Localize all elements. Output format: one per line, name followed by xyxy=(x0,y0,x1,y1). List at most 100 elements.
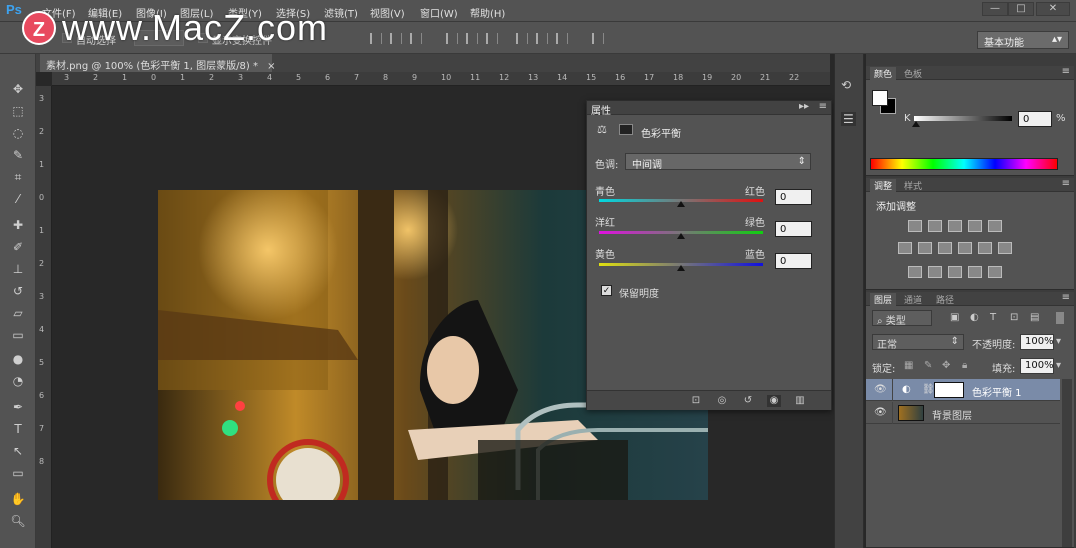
align-vcenter-icon[interactable] xyxy=(390,33,402,44)
pen-tool-icon[interactable]: ✒ xyxy=(8,398,28,416)
dodge-tool-icon[interactable]: ◔ xyxy=(8,372,28,390)
visibility-icon[interactable]: ◉ xyxy=(767,395,781,407)
layers-scrollbar[interactable] xyxy=(1062,379,1072,547)
filter-type-icon[interactable]: T xyxy=(990,312,996,323)
properties-tab[interactable]: 属性 xyxy=(591,102,611,117)
preserve-luminosity-checkbox[interactable]: ✓ xyxy=(601,285,612,296)
brush-tool-icon[interactable]: ✐ xyxy=(8,238,28,256)
link-icon[interactable]: ⛓ xyxy=(922,384,935,395)
cyan-red-slider-thumb[interactable] xyxy=(677,201,685,207)
fill-input[interactable]: 100% xyxy=(1020,358,1054,374)
align-hcenter-icon[interactable] xyxy=(536,33,548,44)
align-left-icon[interactable] xyxy=(516,33,528,44)
move-tool-icon[interactable]: ✥ xyxy=(8,80,28,98)
layer-filter-select[interactable]: ⌕ 类型 xyxy=(872,310,932,327)
distribute-vcenter-icon[interactable] xyxy=(466,33,478,44)
filter-smart-object-icon[interactable]: ▤ xyxy=(1030,312,1039,323)
k-value-input[interactable]: 0 xyxy=(1018,111,1052,127)
gradient-tool-icon[interactable]: ▭ xyxy=(8,326,28,344)
panel-menu-icon[interactable]: ≡ xyxy=(819,101,827,112)
vibrance-icon[interactable] xyxy=(988,220,1002,232)
chevron-down-icon[interactable]: ▾ xyxy=(1056,336,1061,347)
chevron-down-icon[interactable]: ▾ xyxy=(1056,360,1061,371)
quick-select-tool-icon[interactable]: ✎ xyxy=(8,146,28,164)
yellow-blue-slider-thumb[interactable] xyxy=(677,265,685,271)
layer-name[interactable]: 色彩平衡 1 xyxy=(972,384,1022,399)
close-button[interactable]: ✕ xyxy=(1036,2,1070,16)
blend-mode-select[interactable]: 正常 ⇕ xyxy=(872,334,964,351)
auto-align-icon[interactable] xyxy=(592,33,604,44)
menu-file[interactable]: 文件(F) xyxy=(42,5,76,20)
k-slider[interactable] xyxy=(914,116,1012,121)
collapse-icon[interactable]: ▸▸ xyxy=(799,101,809,112)
visibility-eye-icon[interactable]: 👁︎ xyxy=(874,384,887,395)
tab-paths[interactable]: 路径 xyxy=(932,293,958,306)
tab-styles[interactable]: 样式 xyxy=(900,179,926,192)
magenta-green-value[interactable]: 0 xyxy=(775,221,812,237)
menu-type[interactable]: 类型(Y) xyxy=(228,5,262,20)
workspace-select[interactable]: 基本功能 ▴▾ xyxy=(977,31,1069,49)
distribute-bottom-icon[interactable] xyxy=(486,33,498,44)
panel-menu-icon[interactable]: ≡ xyxy=(1062,178,1070,189)
curves-icon[interactable] xyxy=(948,220,962,232)
eraser-tool-icon[interactable]: ▱ xyxy=(8,304,28,322)
menu-edit[interactable]: 编辑(E) xyxy=(88,5,122,20)
tab-layers[interactable]: 图层 xyxy=(870,293,897,306)
history-icon[interactable]: ⟲ xyxy=(841,78,851,92)
align-right-icon[interactable] xyxy=(556,33,568,44)
healing-brush-icon[interactable]: ✚ xyxy=(8,216,28,234)
layer-mask-thumbnail[interactable] xyxy=(934,382,964,398)
distribute-top-icon[interactable] xyxy=(446,33,458,44)
posterize-icon[interactable] xyxy=(928,266,942,278)
clip-to-layer-icon[interactable]: ⊡ xyxy=(689,395,703,407)
marquee-tool-icon[interactable]: ⬚ xyxy=(8,102,28,120)
zoom-tool-icon[interactable]: 🔍︎ xyxy=(8,512,28,530)
tab-swatches[interactable]: 色板 xyxy=(900,67,926,80)
show-transform-checkbox[interactable] xyxy=(198,33,208,43)
cyan-red-value[interactable]: 0 xyxy=(775,189,812,205)
tab-color[interactable]: 颜色 xyxy=(870,67,897,80)
tone-select[interactable]: 中间调 ⇕ xyxy=(625,153,811,171)
filter-adjustment-icon[interactable]: ◐ xyxy=(970,312,979,323)
brightness-contrast-icon[interactable] xyxy=(908,220,922,232)
eyedropper-tool-icon[interactable]: ⁄ xyxy=(8,190,28,208)
layer-name[interactable]: 背景图层 xyxy=(932,407,972,422)
crop-tool-icon[interactable]: ⌗ xyxy=(8,168,28,186)
lock-transparent-icon[interactable]: ▦ xyxy=(904,360,913,371)
gradient-map-icon[interactable] xyxy=(988,266,1002,278)
k-slider-thumb[interactable] xyxy=(912,121,920,127)
blur-tool-icon[interactable]: ● xyxy=(8,350,28,368)
filter-shape-icon[interactable]: ⊡ xyxy=(1010,312,1018,323)
stamp-tool-icon[interactable]: ⊥ xyxy=(8,260,28,278)
levels-icon[interactable] xyxy=(928,220,942,232)
color-balance-adjust-icon[interactable] xyxy=(918,242,932,254)
menu-layer[interactable]: 图层(L) xyxy=(180,5,213,20)
threshold-icon[interactable] xyxy=(948,266,962,278)
document-tab[interactable]: 素材.png @ 100% (色彩平衡 1, 图层蒙版/8) * × xyxy=(40,54,276,72)
tab-adjustments[interactable]: 调整 xyxy=(870,179,897,192)
close-tab-icon[interactable]: × xyxy=(267,61,275,72)
maximize-button[interactable]: □ xyxy=(1008,2,1034,16)
layer-row-background[interactable]: 👁︎ 背景图层 xyxy=(866,402,1060,424)
menu-image[interactable]: 图像(I) xyxy=(136,5,167,20)
exposure-icon[interactable] xyxy=(968,220,982,232)
view-previous-icon[interactable]: ◎ xyxy=(715,395,729,407)
visibility-eye-icon[interactable]: 👁︎ xyxy=(874,407,887,418)
menu-select[interactable]: 选择(S) xyxy=(276,5,310,20)
layer-row-color-balance[interactable]: 👁︎ ◐ ⛓ 色彩平衡 1 xyxy=(866,379,1060,401)
filter-toggle[interactable] xyxy=(1056,312,1064,324)
auto-select-checkbox[interactable] xyxy=(62,33,72,43)
panel-menu-icon[interactable]: ≡ xyxy=(1062,292,1070,303)
menu-filter[interactable]: 滤镜(T) xyxy=(324,5,358,20)
lasso-tool-icon[interactable]: ◌ xyxy=(8,124,28,142)
menu-help[interactable]: 帮助(H) xyxy=(470,5,505,20)
magenta-green-slider-thumb[interactable] xyxy=(677,233,685,239)
properties-icon[interactable]: ☰ xyxy=(841,112,856,126)
yellow-blue-value[interactable]: 0 xyxy=(775,253,812,269)
menu-view[interactable]: 视图(V) xyxy=(370,5,405,20)
opacity-input[interactable]: 100% xyxy=(1020,334,1054,350)
hand-tool-icon[interactable]: ✋ xyxy=(8,490,28,508)
lock-pixels-icon[interactable]: ✎ xyxy=(924,360,932,371)
color-lookup-icon[interactable] xyxy=(998,242,1012,254)
history-brush-icon[interactable]: ↺ xyxy=(8,282,28,300)
